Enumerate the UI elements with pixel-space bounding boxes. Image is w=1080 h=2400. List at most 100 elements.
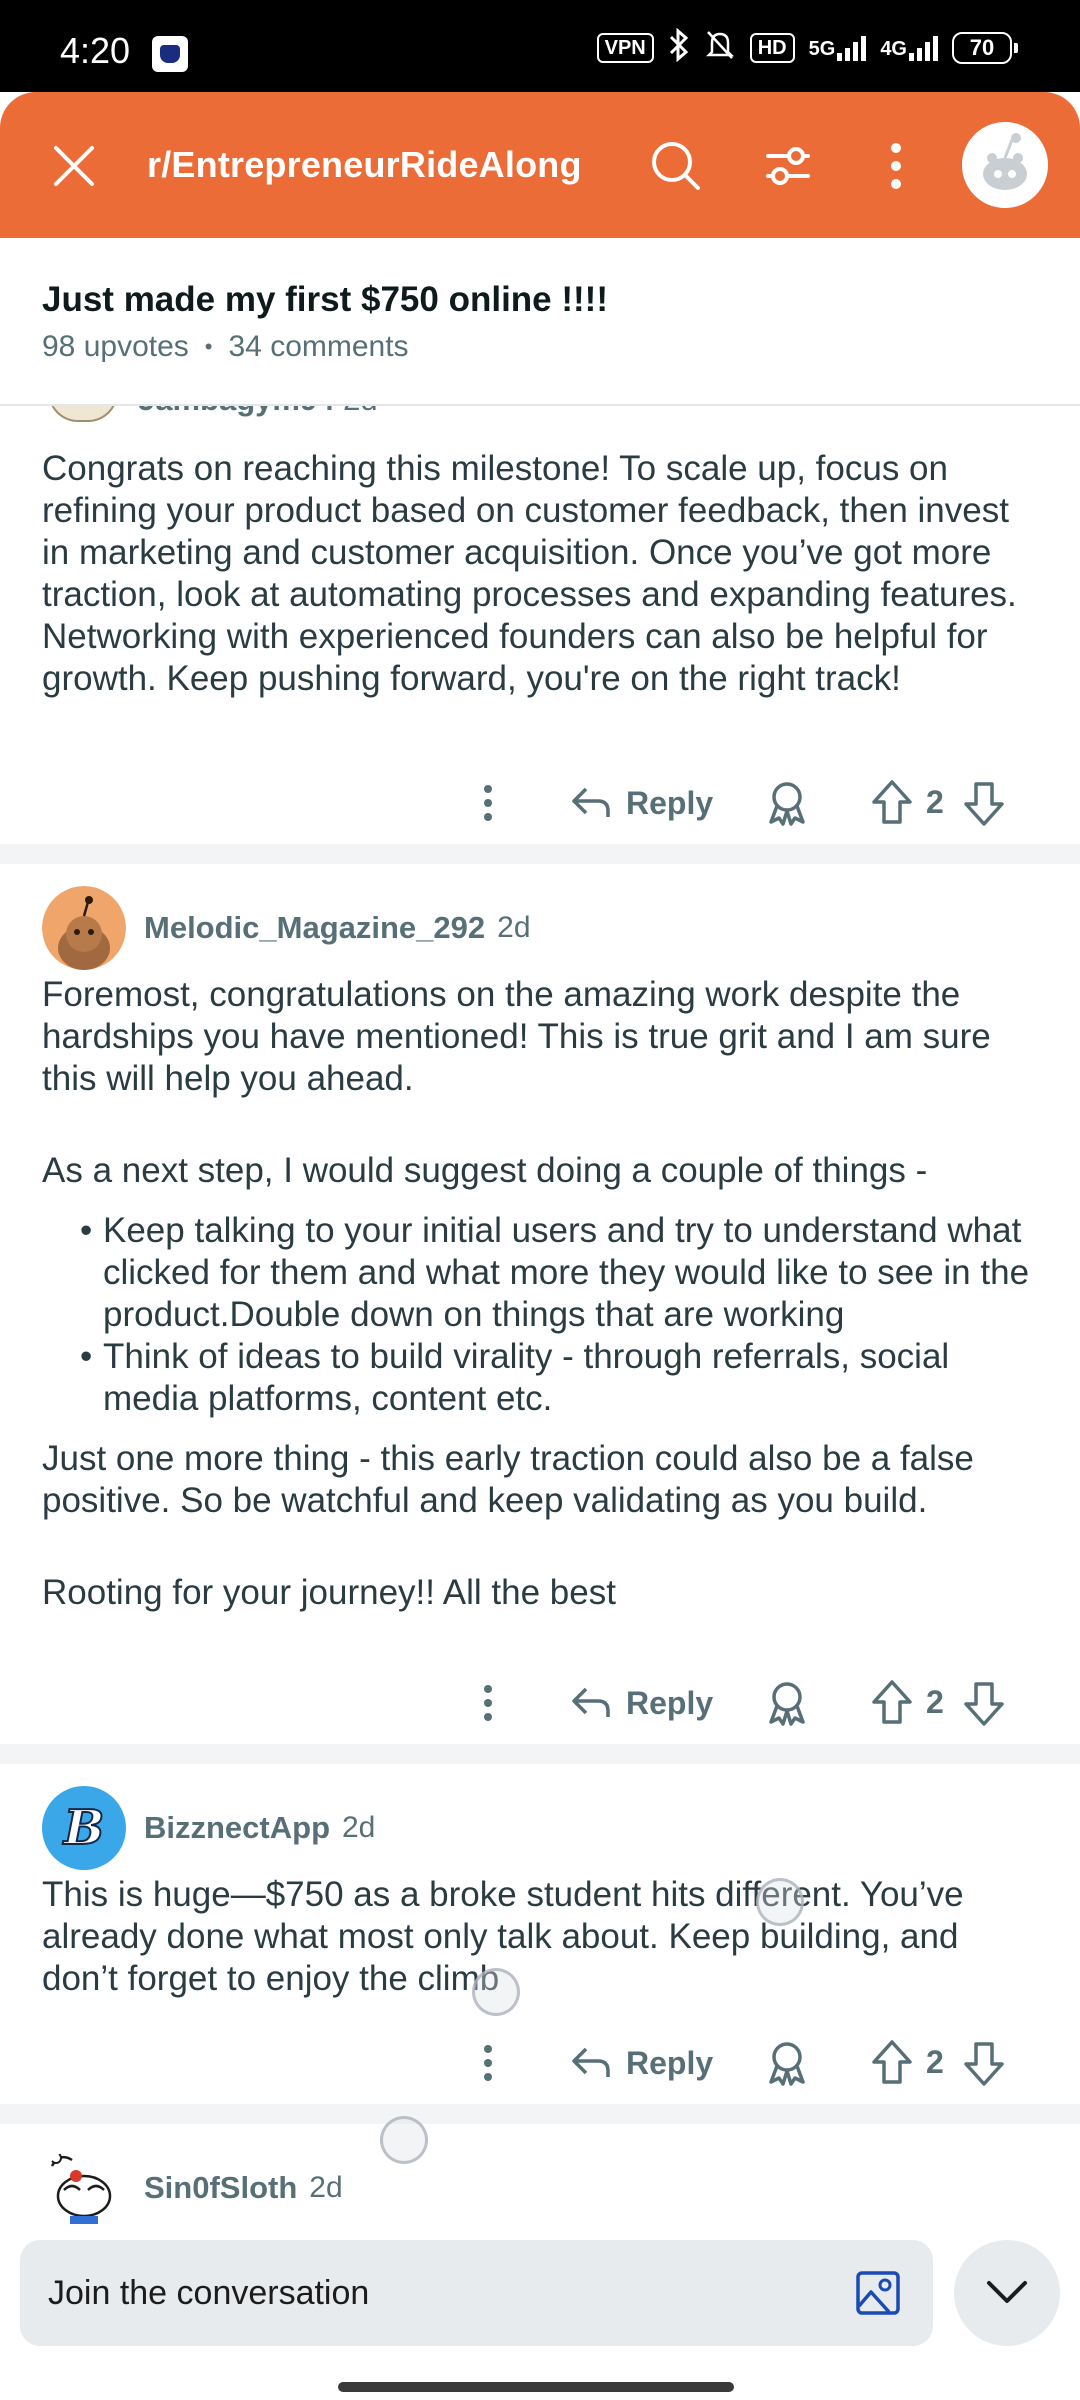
comment-header[interactable]: Melodic_Magazine_292 2d bbox=[42, 886, 531, 970]
list-item: Think of ideas to build virality - throu… bbox=[42, 1336, 1042, 1420]
upvote-count: 98 upvotes bbox=[42, 330, 189, 363]
comment-age: 2d bbox=[309, 2171, 343, 2204]
reply-button[interactable]: Reply bbox=[570, 2036, 713, 2090]
comment-actions: Reply 2 bbox=[0, 2028, 1080, 2098]
more-vertical-icon bbox=[484, 1685, 492, 1721]
notification-app-icon bbox=[152, 36, 188, 72]
image-attach-icon[interactable] bbox=[853, 2268, 903, 2318]
vote-count: 2 bbox=[926, 1684, 944, 1720]
top-app-bar: r/EntrepreneurRideAlong bbox=[0, 92, 1080, 238]
avatar bbox=[42, 886, 126, 970]
filter-icon bbox=[766, 147, 810, 185]
comment-paragraph: As a next step, I would suggest doing a … bbox=[42, 1151, 928, 1190]
signal-4g-icon: 4G bbox=[880, 35, 938, 61]
comment-body: This is huge—$750 as a broke student hit… bbox=[42, 1875, 964, 1998]
more-vertical-icon bbox=[484, 785, 492, 821]
reply-icon bbox=[572, 787, 610, 817]
comment-body: Congrats on reaching this milestone! To … bbox=[42, 449, 1017, 698]
home-indicator[interactable] bbox=[338, 2382, 734, 2392]
comment-bullet-list: Keep talking to your initial users and t… bbox=[42, 1210, 1042, 1420]
comment-body: Foremost, congratulations on the amazing… bbox=[42, 974, 1042, 1614]
more-vertical-icon bbox=[484, 2045, 492, 2081]
collapse-comments-button[interactable] bbox=[954, 2240, 1060, 2346]
vote-count: 2 bbox=[926, 2044, 944, 2080]
mute-bell-icon bbox=[704, 28, 736, 69]
comment-avatar[interactable]: B bbox=[42, 1786, 126, 1870]
reply-label: Reply bbox=[626, 784, 714, 821]
upvote-icon[interactable] bbox=[870, 778, 914, 828]
comment-header[interactable]: Sin0fSloth 2d bbox=[42, 2146, 343, 2224]
comment-paragraph: Just one more thing - this early tractio… bbox=[42, 1439, 974, 1520]
comment-actions: Reply 2 bbox=[0, 768, 1080, 838]
comment-header[interactable]: B BizznectApp 2d bbox=[42, 1786, 375, 1870]
status-indicators: VPN HD 5G 4G 70 bbox=[596, 27, 1018, 69]
user-avatar-button[interactable] bbox=[962, 122, 1048, 208]
touch-indicator bbox=[380, 2116, 428, 2164]
comment-avatar[interactable] bbox=[48, 406, 118, 422]
reply-icon bbox=[572, 2047, 610, 2077]
upvote-icon[interactable] bbox=[870, 1678, 914, 1728]
more-options-button[interactable] bbox=[858, 128, 934, 204]
avatar bbox=[962, 122, 1048, 208]
more-vertical-icon bbox=[891, 143, 901, 189]
reply-button[interactable]: Reply bbox=[570, 1676, 713, 1730]
chevron-down-icon bbox=[987, 2281, 1027, 2303]
comment-input-placeholder: Join the conversation bbox=[48, 2274, 370, 2312]
close-button[interactable] bbox=[40, 132, 108, 200]
status-time: 4:20 bbox=[60, 30, 131, 71]
downvote-icon[interactable] bbox=[962, 1678, 1006, 1728]
comment-username[interactable]: BizznectApp bbox=[144, 1810, 330, 1846]
award-icon[interactable] bbox=[762, 1678, 812, 1728]
comment-list: Jambagym94 2d Congrats on reaching this … bbox=[0, 406, 1080, 2224]
post-title: Just made my first $750 online !!!! bbox=[42, 280, 608, 319]
post-header[interactable]: Just made my first $750 online !!!! 98 u… bbox=[0, 238, 1080, 406]
comment-username-text: Jambagym94 bbox=[138, 406, 334, 417]
comment-avatar[interactable] bbox=[42, 2146, 126, 2224]
comment-more-button[interactable] bbox=[468, 778, 508, 828]
close-icon bbox=[54, 146, 94, 186]
comment-divider bbox=[0, 1744, 1080, 1764]
downvote-icon[interactable] bbox=[962, 778, 1006, 828]
comment-divider bbox=[0, 2104, 1080, 2124]
reply-button[interactable]: Reply bbox=[570, 776, 713, 830]
award-icon[interactable] bbox=[762, 778, 812, 828]
signal-5g-icon: 5G bbox=[809, 35, 867, 61]
avatar-letter: B bbox=[63, 1799, 106, 1857]
battery-icon: 70 bbox=[952, 32, 1018, 64]
award-icon[interactable] bbox=[762, 2038, 812, 2088]
downvote-icon[interactable] bbox=[962, 2038, 1006, 2088]
vpn-icon: VPN bbox=[596, 33, 654, 63]
search-button[interactable] bbox=[638, 128, 714, 204]
reply-label: Reply bbox=[626, 1684, 714, 1721]
comment-age: 2d bbox=[343, 406, 377, 417]
touch-indicator bbox=[756, 1878, 804, 1926]
net-type-2: 4G bbox=[880, 38, 907, 60]
comment-divider bbox=[0, 844, 1080, 864]
search-icon bbox=[652, 142, 700, 190]
comment-username[interactable]: Sin0fSloth bbox=[144, 2170, 297, 2206]
touch-indicator bbox=[472, 1968, 520, 2016]
reply-label: Reply bbox=[626, 2044, 714, 2081]
comment-age: 2d bbox=[497, 911, 531, 944]
comment-username[interactable]: Melodic_Magazine_292 bbox=[144, 910, 485, 946]
list-item: Keep talking to your initial users and t… bbox=[42, 1210, 1042, 1336]
comment-input[interactable]: Join the conversation bbox=[20, 2240, 933, 2346]
comment-paragraph: Foremost, congratulations on the amazing… bbox=[42, 975, 991, 1098]
comment-username[interactable]: Jambagym94 2d bbox=[138, 406, 378, 418]
comment-paragraph: Rooting for your journey!! All the best bbox=[42, 1573, 616, 1612]
comment-count: 34 comments bbox=[228, 330, 409, 363]
status-bar: 4:20 VPN HD 5G 4G 70 bbox=[0, 0, 1080, 92]
comment-avatar[interactable] bbox=[42, 886, 126, 970]
hd-icon: HD bbox=[749, 33, 795, 63]
subreddit-title[interactable]: r/EntrepreneurRideAlong bbox=[147, 144, 582, 186]
reply-icon bbox=[572, 1687, 610, 1717]
meta-separator: • bbox=[204, 334, 213, 359]
filter-button[interactable] bbox=[750, 128, 826, 204]
comment-more-button[interactable] bbox=[468, 1678, 508, 1728]
vote-count: 2 bbox=[926, 784, 944, 820]
net-type-1: 5G bbox=[808, 38, 836, 60]
comment-actions: Reply 2 bbox=[0, 1668, 1080, 1738]
avatar bbox=[50, 2152, 112, 2224]
upvote-icon[interactable] bbox=[870, 2038, 914, 2088]
comment-more-button[interactable] bbox=[468, 2038, 508, 2088]
